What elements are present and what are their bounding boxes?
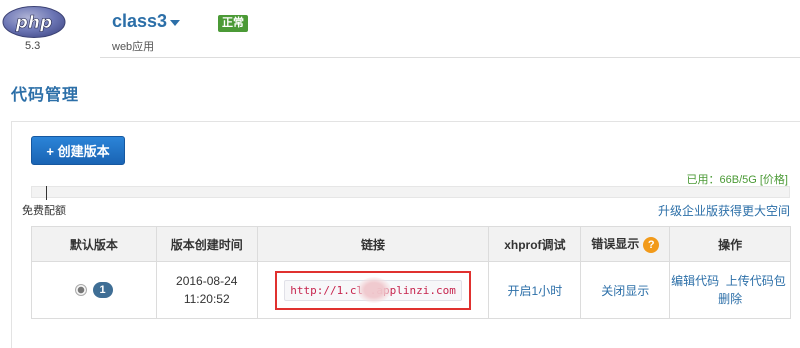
app-name: class3 — [112, 11, 168, 31]
create-version-button[interactable]: + 创建版本 — [31, 136, 125, 165]
header-actions: 操作 — [669, 226, 791, 262]
header-error-display: 错误显示? — [580, 226, 671, 262]
caret-down-icon — [170, 19, 181, 26]
header-error-display-label: 错误显示 — [591, 237, 640, 252]
version-badge: 1 — [92, 282, 113, 298]
free-quota-label: 免费配额 — [22, 205, 66, 217]
quota-bar — [31, 186, 790, 198]
free-quota-marker — [46, 186, 47, 200]
created-time: 11:20:52 — [183, 292, 230, 306]
app-url-link[interactable]: http://1.cl .applinzi.com — [284, 276, 462, 303]
page-title: 代码管理 — [11, 87, 80, 104]
redaction-mark — [357, 276, 392, 303]
actions-cell: 编辑代码 上传代码包 删除 — [669, 261, 791, 319]
default-version-radio[interactable] — [75, 284, 88, 296]
upload-package-link[interactable]: 上传代码包 — [726, 274, 786, 288]
price-link[interactable]: [价格] — [760, 174, 788, 186]
edit-code-link[interactable]: 编辑代码 — [671, 274, 719, 288]
link-cell: http://1.cl .applinzi.com — [256, 261, 490, 319]
versions-table: 默认版本 版本创建时间 链接 xhprof调试 错误显示? 操作 1 2016-… — [31, 226, 791, 319]
usage-value: 已用：66B/5G — [686, 174, 757, 186]
xhprof-cell: 开启1小时 — [488, 261, 582, 319]
help-icon[interactable]: ? — [643, 236, 660, 253]
php-version: 5.3 — [25, 40, 41, 52]
created-time-cell: 2016-08-24 11:20:52 — [155, 261, 258, 319]
app-type: web应用 — [112, 41, 155, 53]
table-row: 1 2016-08-24 11:20:52 http://1.cl .appli… — [31, 261, 791, 319]
created-date: 2016-08-24 — [176, 274, 238, 288]
status-badge: 正常 — [218, 15, 248, 32]
upgrade-enterprise-link[interactable]: 升级企业版获得更大空间 — [658, 202, 790, 219]
error-display-cell: 关闭显示 — [580, 261, 671, 319]
app-switcher[interactable]: class3 — [112, 11, 181, 32]
delete-link[interactable]: 删除 — [718, 292, 742, 306]
disable-error-display-link[interactable]: 关闭显示 — [601, 284, 649, 298]
header-created-time: 版本创建时间 — [155, 226, 258, 262]
header-default-version: 默认版本 — [31, 226, 157, 262]
svg-text:php: php — [15, 13, 52, 33]
header-divider — [100, 57, 800, 58]
header-xhprof: xhprof调试 — [488, 226, 582, 262]
enable-xhprof-link[interactable]: 开启1小时 — [508, 284, 563, 298]
php-logo-icon: php — [2, 6, 66, 38]
table-header-row: 默认版本 版本创建时间 链接 xhprof调试 错误显示? 操作 — [31, 226, 791, 262]
default-version-cell: 1 — [31, 261, 157, 319]
header-link: 链接 — [256, 226, 490, 262]
usage-text: 已用：66B/5G [价格] — [687, 171, 789, 187]
link-highlight-box: http://1.cl .applinzi.com — [275, 270, 471, 310]
